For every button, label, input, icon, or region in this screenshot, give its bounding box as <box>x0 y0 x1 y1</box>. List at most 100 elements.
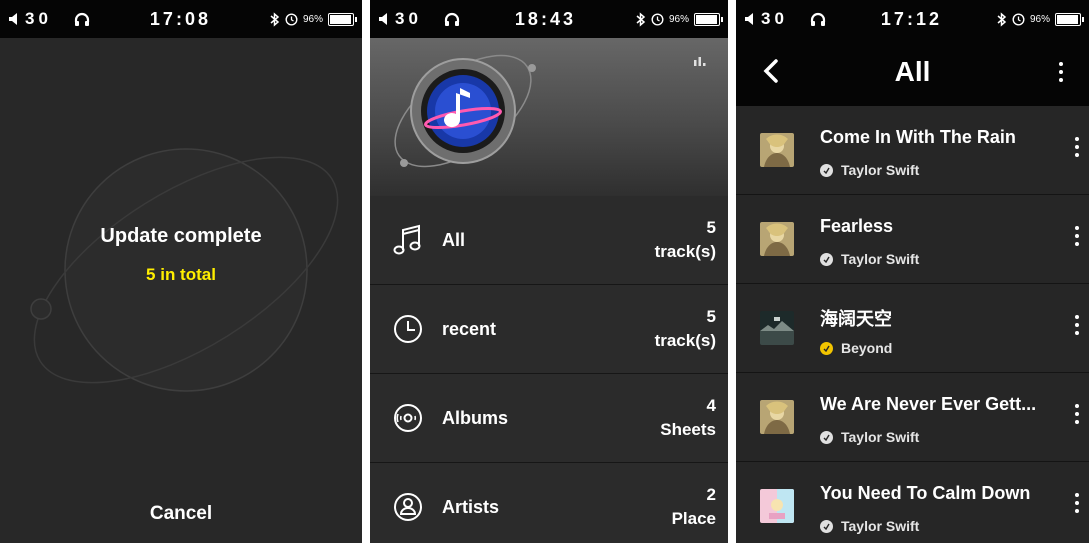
battery-percent: 96% <box>302 13 323 25</box>
library-item-label: Albums <box>442 407 509 428</box>
track-options-button[interactable] <box>1067 488 1087 518</box>
track-title: 海阔天空 <box>820 309 892 329</box>
track-title: Fearless <box>820 216 894 236</box>
more-options-button[interactable] <box>1051 57 1071 87</box>
track-list: Come In With The Rain Taylor Swift Fearl… <box>736 106 1089 543</box>
track-artist: Taylor Swift <box>820 251 919 267</box>
artist-icon <box>820 341 833 355</box>
bluetooth-icon <box>270 11 280 27</box>
track-artist: Taylor Swift <box>820 162 919 178</box>
artist-name: Taylor Swift <box>841 251 920 267</box>
track-artist: Taylor Swift <box>820 518 919 534</box>
track-title: You Need To Calm Down <box>820 483 1031 503</box>
artist-icon <box>820 519 833 533</box>
library-item-label: All <box>442 229 466 250</box>
library-item-recent[interactable]: recent 5 track(s) <box>370 285 728 374</box>
count-unit: track(s) <box>654 242 716 261</box>
count-value: 5 <box>706 218 716 237</box>
status-bar: 30 17:08 96% <box>0 0 362 38</box>
planet-music-logo <box>394 54 536 168</box>
volume-level: 30 <box>395 9 422 28</box>
track-artist: Taylor Swift <box>820 429 919 445</box>
speaker-icon <box>9 13 17 25</box>
count-unit: Place <box>671 509 716 528</box>
clock: 18:43 <box>514 8 576 29</box>
album-art <box>760 133 794 167</box>
speaker-icon <box>745 13 753 25</box>
artist-name: Taylor Swift <box>841 162 920 178</box>
library-item-count: 4 Sheets <box>660 394 716 442</box>
library-item-all[interactable]: All 5 track(s) <box>370 196 728 285</box>
battery-icon <box>328 12 357 26</box>
count-value: 5 <box>706 307 716 326</box>
speaker-icon <box>379 13 387 25</box>
count-value: 2 <box>706 485 716 504</box>
library-item-albums[interactable]: Albums 4 Sheets <box>370 374 728 463</box>
library-item-label: recent <box>442 318 497 339</box>
tracks-header: All <box>736 38 1089 106</box>
clock-icon <box>390 311 426 347</box>
count-unit: track(s) <box>654 331 716 350</box>
library-item-artists[interactable]: Artists 2 Place <box>370 463 728 543</box>
track-row[interactable]: 海阔天空 Beyond <box>736 284 1089 373</box>
volume-indicator: 30 <box>8 9 52 29</box>
artist-name: Taylor Swift <box>841 518 920 534</box>
library-screen: 30 18:43 96% All 5 track(s) recent 5 tra… <box>370 0 728 543</box>
clock: 17:08 <box>149 8 211 29</box>
planet-illustration <box>30 148 339 392</box>
album-art <box>760 400 794 434</box>
battery-fill <box>330 14 352 24</box>
battery-fill <box>1057 14 1079 24</box>
music-note-icon <box>390 222 426 258</box>
count-unit: Sheets <box>660 420 716 439</box>
library-hero <box>370 38 728 196</box>
track-options-button[interactable] <box>1067 132 1087 162</box>
track-artist: Beyond <box>820 340 892 356</box>
bluetooth-icon <box>997 11 1007 27</box>
person-icon <box>390 489 426 525</box>
volume-indicator: 30 <box>378 9 422 29</box>
track-row[interactable]: We Are Never Ever Gett... Taylor Swift <box>736 373 1089 462</box>
equalizer-icon[interactable] <box>694 56 706 66</box>
volume-indicator: 30 <box>744 9 788 29</box>
album-art <box>760 311 794 345</box>
bluetooth-icon <box>636 11 646 27</box>
artist-name: Beyond <box>841 340 893 356</box>
track-options-button[interactable] <box>1067 221 1087 251</box>
headphones-icon <box>74 12 90 27</box>
alarm-icon <box>285 12 298 26</box>
track-options-button[interactable] <box>1067 399 1087 429</box>
track-row[interactable]: Come In With The Rain Taylor Swift <box>736 106 1089 195</box>
library-item-count: 2 Place <box>672 483 716 531</box>
track-options-button[interactable] <box>1067 310 1087 340</box>
update-title: Update complete <box>100 225 262 247</box>
battery-percent: 96% <box>668 13 689 25</box>
artist-name: Taylor Swift <box>841 429 920 445</box>
track-row[interactable]: You Need To Calm Down Taylor Swift <box>736 462 1089 543</box>
back-button[interactable] <box>756 56 786 86</box>
library-item-count: 5 track(s) <box>655 305 716 353</box>
headphones-icon <box>444 12 460 27</box>
cancel-button[interactable]: Cancel <box>0 499 362 529</box>
battery-fill <box>696 14 718 24</box>
count-value: 4 <box>706 396 716 415</box>
status-bar: 30 17:12 96% <box>736 0 1089 38</box>
artist-icon <box>820 163 833 177</box>
library-menu: All 5 track(s) recent 5 track(s) Albums … <box>370 196 728 543</box>
artist-icon <box>820 252 833 266</box>
battery-percent: 96% <box>1029 13 1050 25</box>
headphones-icon <box>810 12 826 27</box>
battery-icon <box>694 12 723 26</box>
disc-icon <box>390 400 426 436</box>
album-art <box>760 222 794 256</box>
volume-level: 30 <box>25 9 52 28</box>
track-title: We Are Never Ever Gett... <box>820 394 1037 414</box>
alarm-icon <box>1012 12 1025 26</box>
update-screen: 30 17:08 96% Update complete 5 in total … <box>0 0 362 543</box>
track-row[interactable]: Fearless Taylor Swift <box>736 195 1089 284</box>
page-title: All <box>894 56 931 87</box>
status-bar: 30 18:43 96% <box>370 0 728 38</box>
update-count: 5 in total <box>146 265 216 284</box>
volume-level: 30 <box>761 9 788 28</box>
library-item-count: 5 track(s) <box>655 216 716 264</box>
